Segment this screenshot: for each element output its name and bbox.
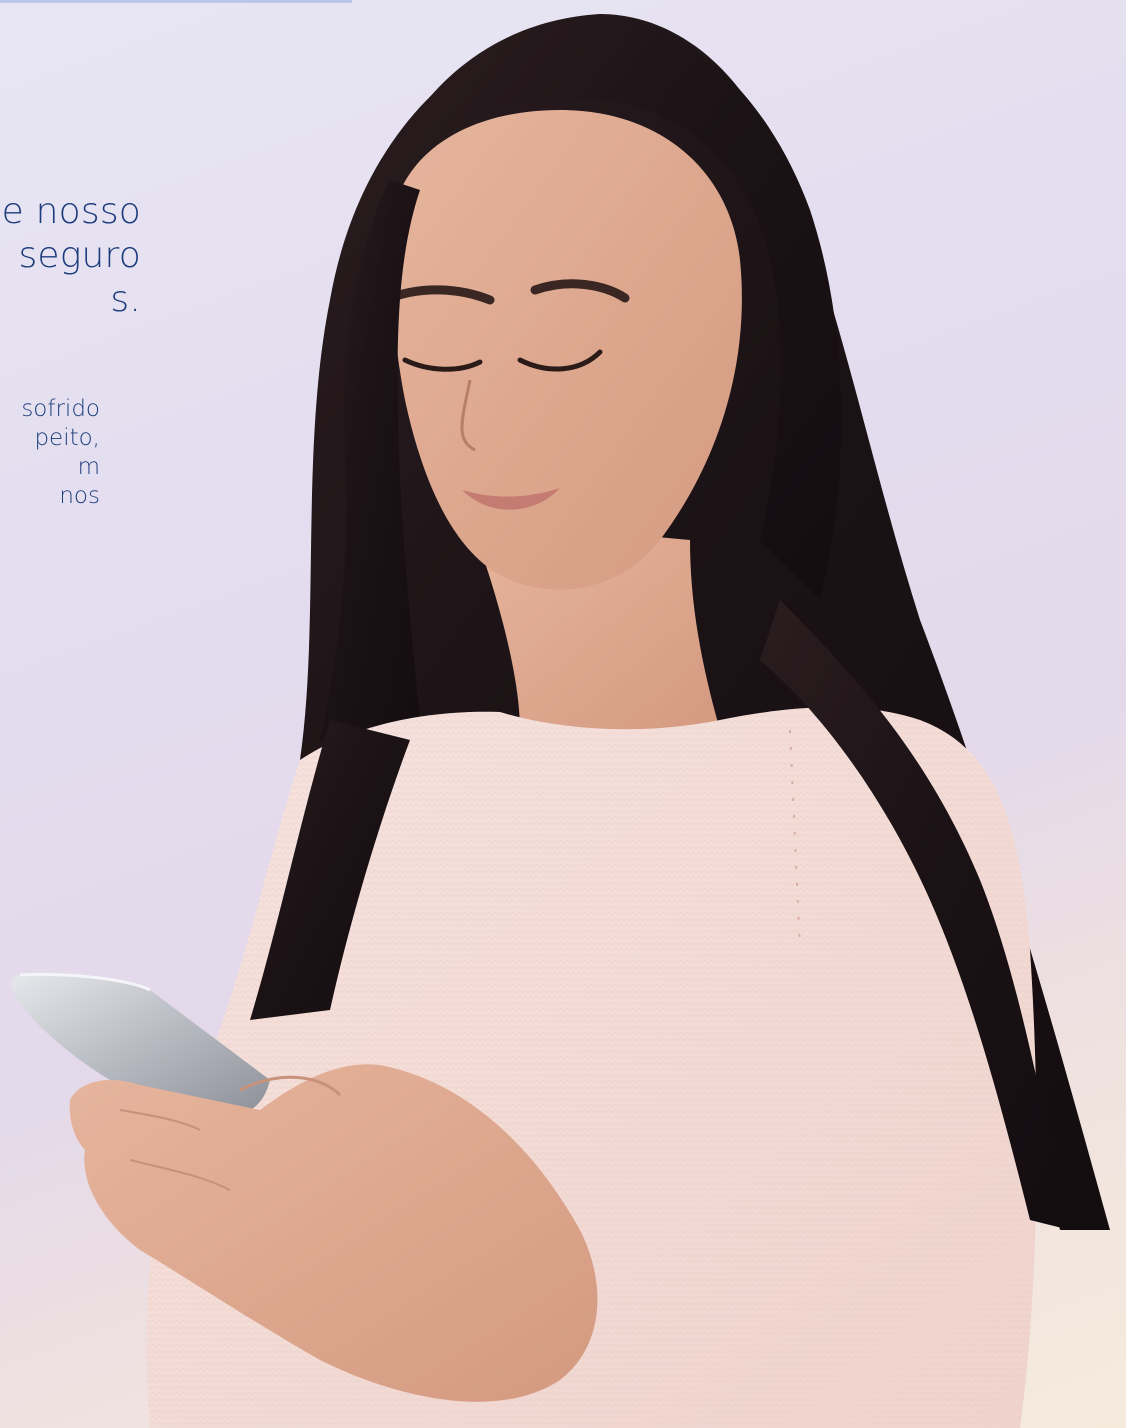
hero-body-line: m [77, 454, 100, 480]
hero-heading-line: seguro [18, 234, 141, 276]
hero-body-line: sofrido [21, 396, 100, 422]
hero-heading-line: e nosso [1, 190, 141, 232]
hero-text-column: e nosso seguro s. sofrido peito, m nos [0, 0, 150, 560]
hero-body-line: nos [59, 483, 100, 509]
hero-body-line: peito, [34, 425, 100, 451]
hero-heading-line: s. [110, 278, 141, 320]
hero-heading: e nosso seguro s. [0, 190, 141, 322]
hero-body-copy: sofrido peito, m nos [0, 395, 100, 511]
woman-using-smartphone-photo [11, 14, 1110, 1428]
